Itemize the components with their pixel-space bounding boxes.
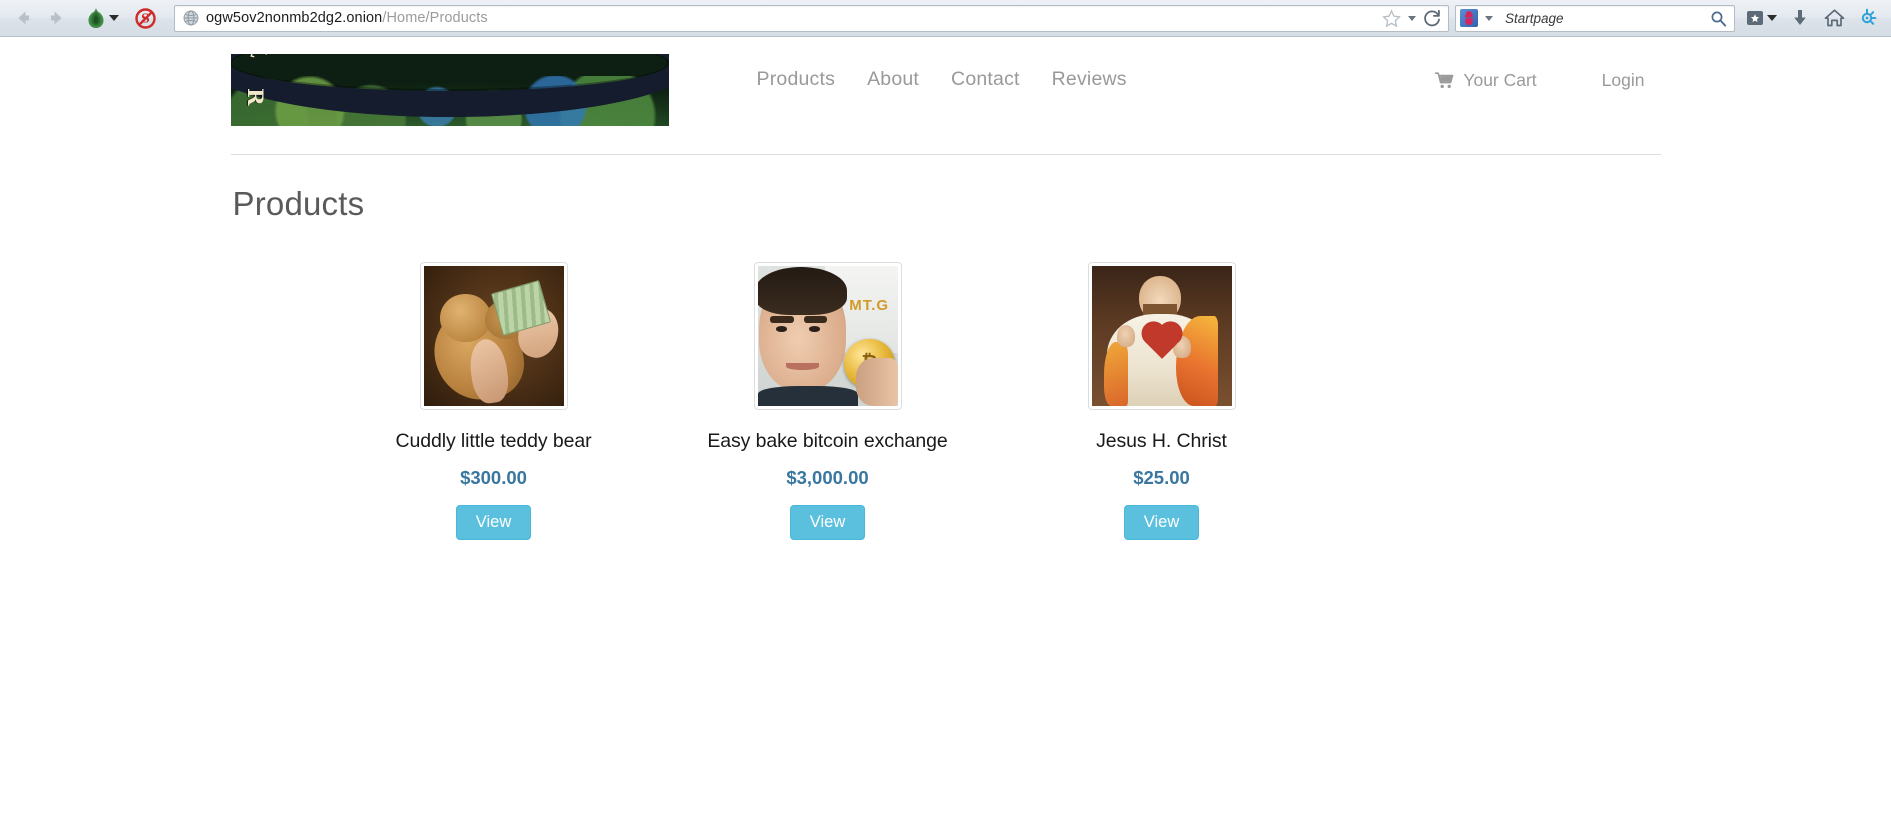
header-divider <box>230 154 1661 155</box>
product-card: Jesus H. Christ $25.00 View <box>995 262 1329 541</box>
browser-toolbar: S ogw5ov2nonmb2dg2.onion/Home/Products <box>0 0 1891 37</box>
forward-arrow-icon <box>51 11 62 25</box>
product-price: $300.00 <box>460 467 527 488</box>
onion-icon <box>88 8 103 28</box>
product-thumbnail[interactable] <box>1087 262 1236 410</box>
nav-item-contact[interactable]: Contact <box>935 68 1036 91</box>
eyebrow-shape <box>770 316 794 324</box>
home-icon <box>1824 9 1844 27</box>
eyebrow-shape <box>803 316 828 324</box>
hair-shape <box>757 267 848 315</box>
product-name: Easy bake bitcoin exchange <box>707 430 948 452</box>
logo-letter: L <box>245 54 273 61</box>
site-logo[interactable]: N E V E R L A N D <box>230 54 669 126</box>
cart-link[interactable]: Your Cart <box>1425 70 1546 91</box>
sash-shape <box>1104 341 1128 406</box>
address-bar-actions <box>1381 8 1448 29</box>
login-link[interactable]: Login <box>1592 70 1655 91</box>
shoulder-shape <box>757 386 859 406</box>
header-actions: Your Cart Login <box>1425 54 1660 91</box>
product-thumbnail[interactable] <box>419 262 568 410</box>
search-input[interactable]: Startpage <box>1505 11 1710 26</box>
product-thumbnail[interactable]: MT.G <box>753 262 902 410</box>
site-container: N E V E R L A N D Products About Contact… <box>230 37 1661 541</box>
torbutton-icon <box>1861 8 1877 25</box>
bookmarks-button[interactable] <box>1739 3 1783 33</box>
url-host: ogw5ov2nonmb2dg2.onion <box>206 10 383 26</box>
globe-icon <box>183 10 199 26</box>
teddy-bear-image <box>423 266 564 406</box>
bitcoin-man-image: MT.G <box>757 266 898 406</box>
search-icon[interactable] <box>1710 10 1727 27</box>
bookmarks-caret-icon[interactable] <box>1766 15 1777 21</box>
downloads-button[interactable] <box>1783 3 1817 33</box>
url-text: ogw5ov2nonmb2dg2.onion/Home/Products <box>206 10 488 26</box>
bookmarks-icon <box>1746 11 1763 25</box>
download-arrow-icon <box>1794 10 1806 25</box>
logo-letters: N E V E R L A N D <box>231 54 669 126</box>
hand-shape <box>1116 324 1135 348</box>
product-card: MT.G Easy bake bitcoin exchange $3 <box>661 262 995 541</box>
search-bar[interactable]: Startpage <box>1455 4 1735 32</box>
product-price: $25.00 <box>1133 467 1190 488</box>
back-button[interactable] <box>6 3 40 33</box>
startpage-logo-icon <box>1460 9 1478 27</box>
cart-label: Your Cart <box>1463 70 1537 90</box>
address-dropdown-caret-icon[interactable] <box>1408 15 1416 21</box>
bookmark-star-icon[interactable] <box>1381 8 1402 29</box>
search-engine-caret-icon[interactable] <box>1485 15 1493 21</box>
product-name: Jesus H. Christ <box>1096 430 1227 452</box>
view-button[interactable]: View <box>789 505 866 541</box>
jesus-image <box>1091 266 1232 406</box>
product-grid: Cuddly little teddy bear $300.00 View MT… <box>231 262 1661 541</box>
main-navigation: Products About Contact Reviews <box>741 54 1143 91</box>
product-name: Cuddly little teddy bear <box>395 430 592 452</box>
reload-icon[interactable] <box>1422 8 1443 29</box>
back-arrow-icon <box>18 11 29 25</box>
view-button[interactable]: View <box>455 505 532 541</box>
logo-letter: R <box>242 88 268 106</box>
product-price: $3,000.00 <box>786 467 869 488</box>
bear-head-shape <box>440 294 491 342</box>
nav-item-products[interactable]: Products <box>741 68 852 91</box>
torbutton-button[interactable] <box>1851 3 1885 33</box>
fingers-shape <box>855 358 898 406</box>
eye-shape <box>809 326 821 332</box>
shopping-cart-icon <box>1435 72 1454 89</box>
home-button[interactable] <box>1817 3 1851 33</box>
noscript-button[interactable]: S <box>128 3 162 33</box>
tor-dropdown-caret-icon[interactable] <box>108 15 119 21</box>
noscript-icon: S <box>134 7 156 29</box>
view-button[interactable]: View <box>1123 505 1200 541</box>
nav-item-about[interactable]: About <box>851 68 935 91</box>
url-path: /Home/Products <box>382 10 488 26</box>
page-title: Products <box>232 185 365 222</box>
eye-shape <box>775 326 787 332</box>
mtgox-logo-text: MT.G <box>849 296 890 314</box>
address-bar[interactable]: ogw5ov2nonmb2dg2.onion/Home/Products <box>174 4 1449 32</box>
tor-browser-button[interactable] <box>80 3 124 33</box>
nav-item-reviews[interactable]: Reviews <box>1036 68 1143 91</box>
site-header: N E V E R L A N D Products About Contact… <box>230 37 1661 139</box>
page-content: N E V E R L A N D Products About Contact… <box>0 37 1891 823</box>
forward-button[interactable] <box>40 3 74 33</box>
mouth-shape <box>785 362 820 370</box>
product-card: Cuddly little teddy bear $300.00 View <box>327 262 661 541</box>
